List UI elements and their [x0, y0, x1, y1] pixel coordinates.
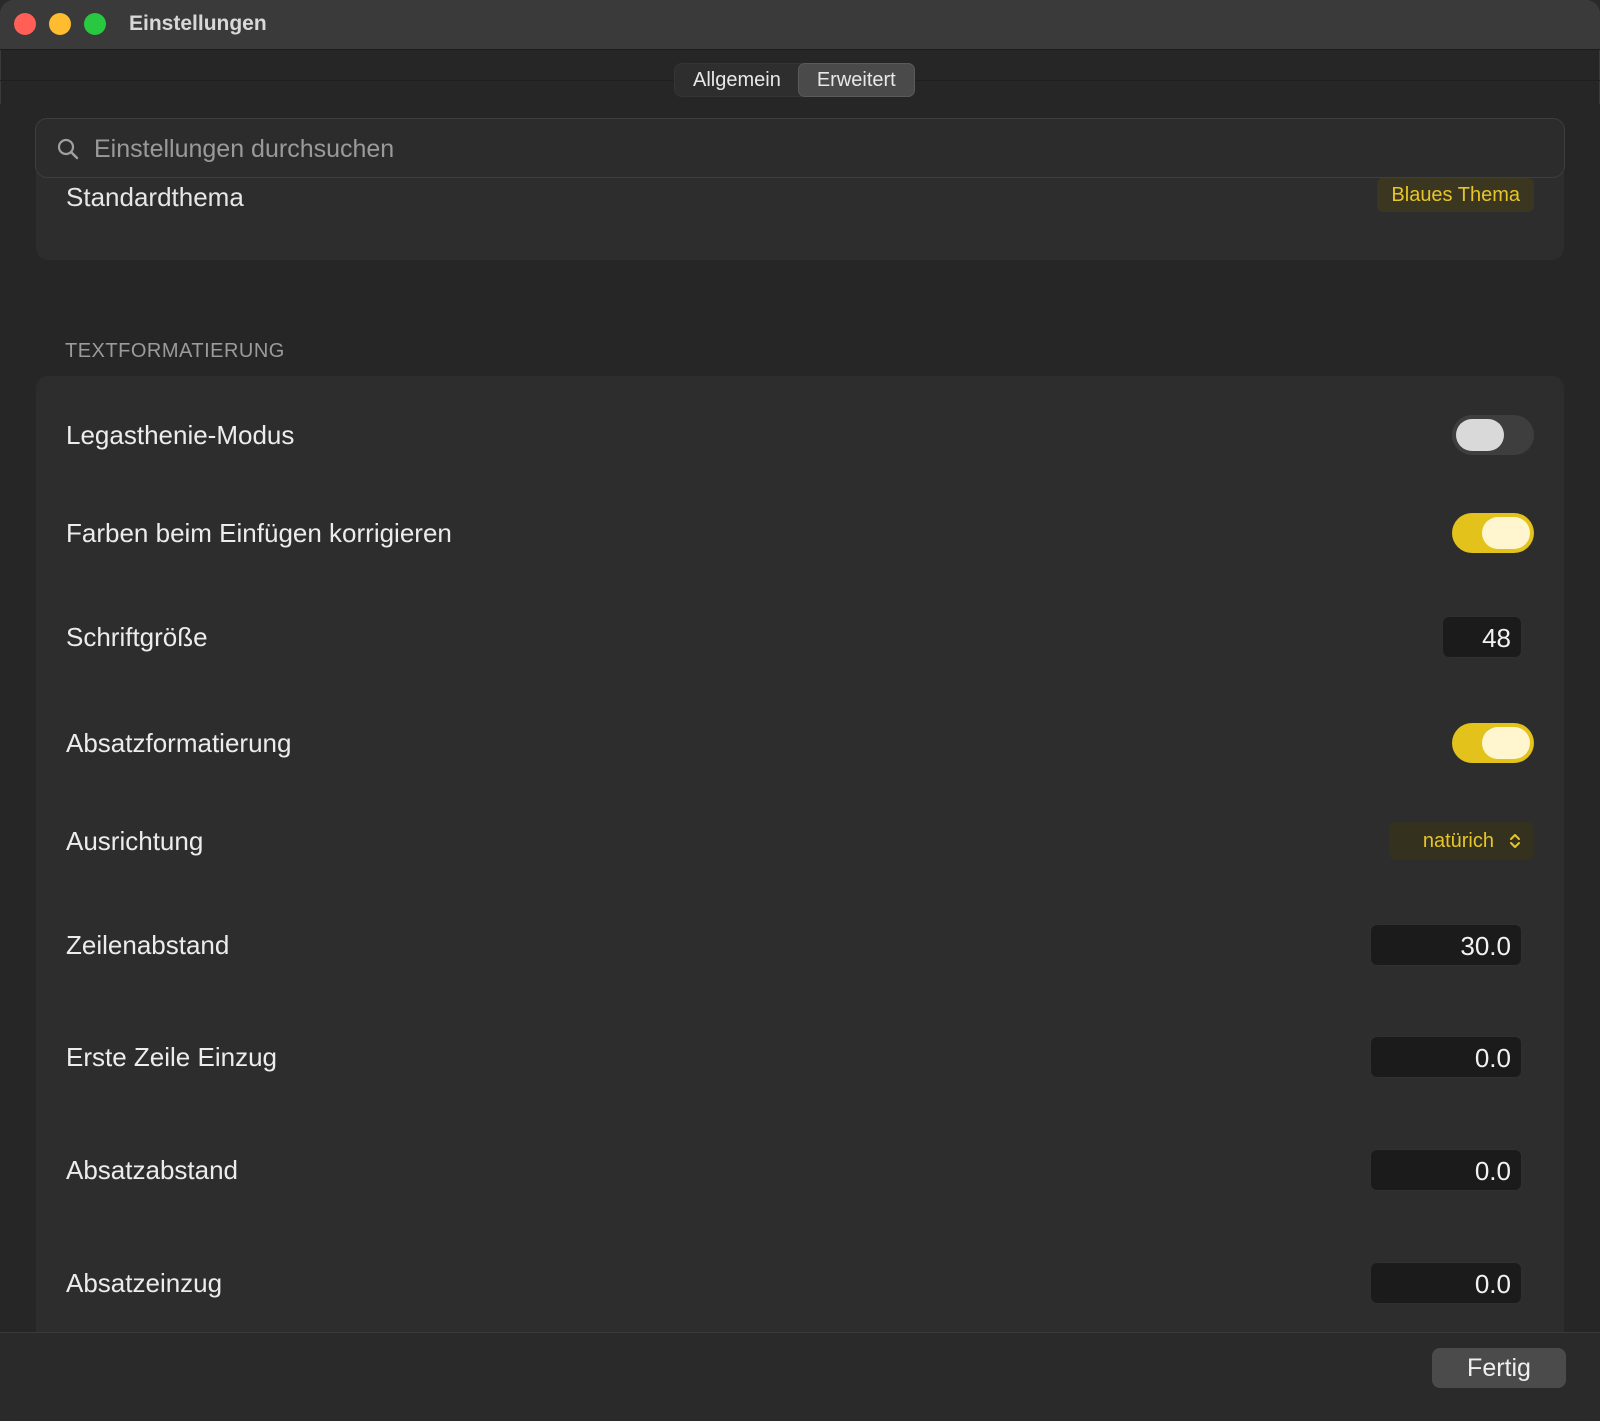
- search-icon: [57, 138, 79, 160]
- done-button[interactable]: Fertig: [1432, 1348, 1566, 1388]
- tab-allgemein[interactable]: Allgemein: [675, 64, 799, 96]
- first-line-indent-field[interactable]: 0.0: [1370, 1036, 1522, 1078]
- paragraph-spacing-row: Absatzabstand 0.0: [36, 1130, 1564, 1210]
- toggle-knob: [1456, 419, 1504, 451]
- paragraph-indent-field[interactable]: 0.0: [1370, 1262, 1522, 1304]
- search-input[interactable]: [92, 119, 1536, 179]
- fix-colors-row: Farben beim Einfügen korrigieren: [36, 493, 1564, 573]
- line-spacing-row: Zeilenabstand 30.0: [36, 905, 1564, 985]
- toggle-knob: [1482, 727, 1530, 759]
- dyslexia-mode-toggle[interactable]: [1452, 415, 1534, 455]
- tab-erweitert[interactable]: Erweitert: [798, 64, 914, 96]
- font-size-field[interactable]: 48: [1442, 616, 1522, 658]
- paragraph-format-row: Absatzformatierung: [36, 703, 1564, 783]
- alignment-label: Ausrichtung: [66, 826, 204, 856]
- up-down-chevron-icon: [1510, 834, 1520, 848]
- fix-colors-label: Farben beim Einfügen korrigieren: [66, 518, 452, 548]
- tab-bar: Allgemein Erweitert: [675, 64, 914, 96]
- paragraph-spacing-label: Absatzabstand: [66, 1155, 239, 1185]
- paragraph-format-toggle[interactable]: [1452, 723, 1534, 763]
- paragraph-indent-row: Absatzeinzug 0.0: [36, 1243, 1564, 1323]
- text-format-card: Legasthenie-Modus Farben beim Einfügen k…: [36, 376, 1564, 1332]
- window-title: Einstellungen: [129, 12, 267, 35]
- alignment-row: Ausrichtung natürich: [36, 801, 1564, 881]
- font-size-row: Schriftgröße 48: [36, 597, 1564, 677]
- zoom-window-button[interactable]: [84, 13, 106, 35]
- first-line-indent-row: Erste Zeile Einzug 0.0: [36, 1017, 1564, 1097]
- alignment-popup[interactable]: natürich: [1388, 822, 1534, 860]
- toggle-knob: [1482, 517, 1530, 549]
- paragraph-indent-label: Absatzeinzug: [66, 1268, 223, 1298]
- footer-bar: Fertig: [0, 1332, 1600, 1421]
- dyslexia-mode-label: Legasthenie-Modus: [66, 420, 295, 450]
- close-window-button[interactable]: [14, 13, 36, 35]
- settings-window: Einstellungen Allgemein Erweitert Standa…: [0, 0, 1600, 1421]
- default-theme-label: Standardthema: [66, 182, 244, 212]
- minimize-window-button[interactable]: [49, 13, 71, 35]
- section-title-textformatierung: TEXTFORMATIERUNG: [65, 340, 285, 362]
- search-field[interactable]: [35, 118, 1565, 179]
- font-size-label: Schriftgröße: [66, 622, 208, 652]
- dyslexia-mode-row: Legasthenie-Modus: [36, 395, 1564, 475]
- title-bar: Einstellungen: [0, 0, 1600, 50]
- line-spacing-label: Zeilenabstand: [66, 930, 230, 960]
- paragraph-spacing-field[interactable]: 0.0: [1370, 1149, 1522, 1191]
- paragraph-format-label: Absatzformatierung: [66, 728, 292, 758]
- settings-content: Standardthema Blaues Thema TEXTFORMATIER…: [0, 104, 1600, 1332]
- alignment-value: natürich: [1422, 830, 1494, 852]
- fix-colors-toggle[interactable]: [1452, 513, 1534, 553]
- line-spacing-field[interactable]: 30.0: [1370, 924, 1522, 966]
- first-line-indent-label: Erste Zeile Einzug: [66, 1042, 277, 1072]
- default-theme-popup[interactable]: Blaues Thema: [1377, 178, 1534, 212]
